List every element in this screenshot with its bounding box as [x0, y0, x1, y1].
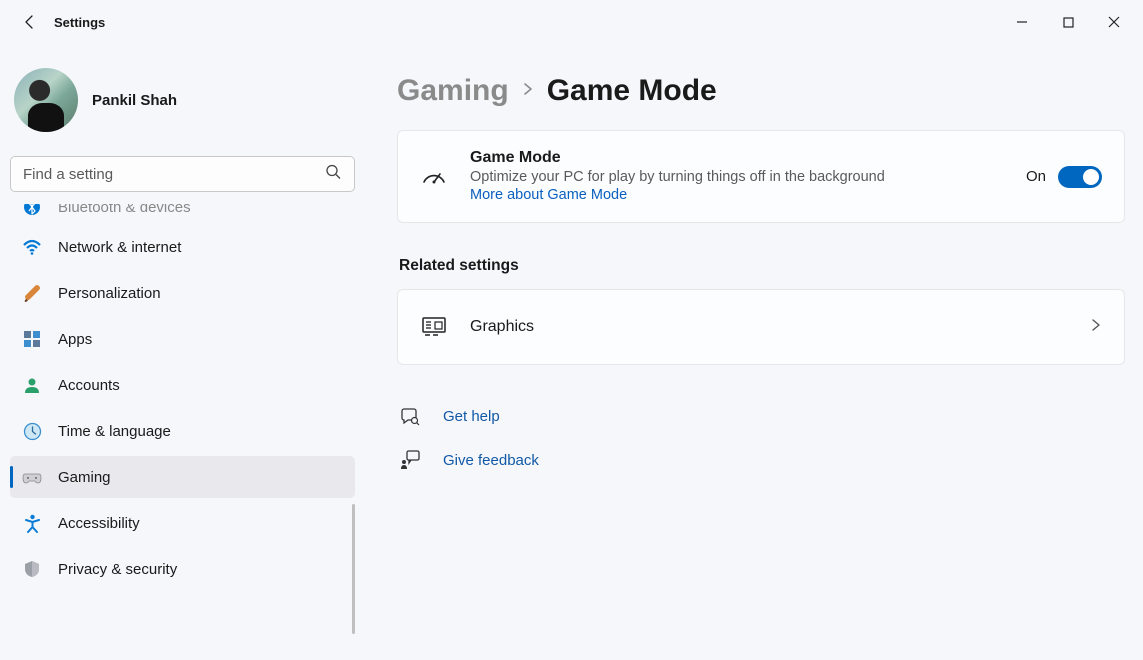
- sidebar-item-privacy[interactable]: Privacy & security: [10, 548, 355, 590]
- breadcrumb: Gaming Game Mode: [397, 74, 1125, 108]
- game-mode-more-link[interactable]: More about Game Mode: [470, 187, 627, 203]
- sidebar-item-label: Apps: [58, 331, 92, 348]
- feedback-icon: [399, 449, 421, 471]
- display-card-icon: [420, 316, 448, 338]
- game-mode-subtitle: Optimize your PC for play by turning thi…: [470, 169, 1004, 185]
- support-links: Get help Give feedback: [397, 399, 1125, 477]
- search-wrap: [10, 156, 355, 192]
- nav-scrollbar[interactable]: [352, 504, 355, 634]
- nav-list: Bluetooth & devices Network & internet P…: [10, 204, 355, 634]
- graphics-row[interactable]: Graphics: [397, 289, 1125, 365]
- search-input[interactable]: [10, 156, 355, 192]
- sidebar-item-label: Time & language: [58, 423, 171, 440]
- game-mode-card: Game Mode Optimize your PC for play by t…: [397, 130, 1125, 223]
- sidebar-item-label: Privacy & security: [58, 561, 177, 578]
- help-icon: [399, 405, 421, 427]
- sidebar-item-label: Accessibility: [58, 515, 140, 532]
- get-help-link[interactable]: Get help: [443, 408, 500, 425]
- sidebar-item-accessibility[interactable]: Accessibility: [10, 502, 355, 544]
- chevron-right-icon: [1090, 318, 1102, 336]
- give-feedback-link[interactable]: Give feedback: [443, 452, 539, 469]
- search-icon: [325, 164, 341, 185]
- graphics-label: Graphics: [470, 318, 1068, 336]
- sidebar-item-gaming[interactable]: Gaming: [10, 456, 355, 498]
- avatar: [14, 68, 78, 132]
- app-title: Settings: [54, 15, 105, 30]
- toggle-state-label: On: [1026, 168, 1046, 185]
- brush-icon: [22, 283, 42, 303]
- minimize-button[interactable]: [999, 6, 1045, 38]
- sidebar-item-apps[interactable]: Apps: [10, 318, 355, 360]
- breadcrumb-current: Game Mode: [547, 74, 717, 108]
- maximize-button[interactable]: [1045, 6, 1091, 38]
- game-mode-toggle[interactable]: [1058, 166, 1102, 188]
- chevron-right-icon: [521, 82, 535, 101]
- clock-icon: [22, 421, 42, 441]
- sidebar-item-label: Gaming: [58, 469, 111, 486]
- sidebar-item-accounts[interactable]: Accounts: [10, 364, 355, 406]
- back-button[interactable]: [20, 12, 40, 32]
- window-controls: [999, 6, 1137, 38]
- wifi-icon: [22, 237, 42, 257]
- breadcrumb-parent[interactable]: Gaming: [397, 74, 509, 108]
- sidebar: Pankil Shah Bluetooth & devices: [0, 44, 365, 634]
- sidebar-item-label: Personalization: [58, 285, 161, 302]
- sidebar-item-label: Bluetooth & devices: [58, 204, 191, 216]
- speedometer-icon: [420, 164, 448, 190]
- user-name: Pankil Shah: [92, 92, 177, 109]
- bluetooth-icon: [22, 204, 42, 217]
- shield-icon: [22, 559, 42, 579]
- apps-icon: [22, 329, 42, 349]
- sidebar-item-personalization[interactable]: Personalization: [10, 272, 355, 314]
- person-icon: [22, 375, 42, 395]
- sidebar-item-network[interactable]: Network & internet: [10, 226, 355, 268]
- gamepad-icon: [22, 467, 42, 487]
- sidebar-item-label: Accounts: [58, 377, 120, 394]
- sidebar-item-label: Network & internet: [58, 239, 181, 256]
- main-content: Gaming Game Mode Game Mode Optimize your…: [365, 44, 1143, 634]
- close-button[interactable]: [1091, 6, 1137, 38]
- user-profile[interactable]: Pankil Shah: [10, 62, 355, 152]
- related-settings-heading: Related settings: [399, 257, 1125, 275]
- game-mode-title: Game Mode: [470, 149, 1004, 167]
- sidebar-item-time-language[interactable]: Time & language: [10, 410, 355, 452]
- accessibility-icon: [22, 513, 42, 533]
- sidebar-item-bluetooth[interactable]: Bluetooth & devices: [10, 204, 355, 222]
- titlebar: Settings: [0, 0, 1143, 44]
